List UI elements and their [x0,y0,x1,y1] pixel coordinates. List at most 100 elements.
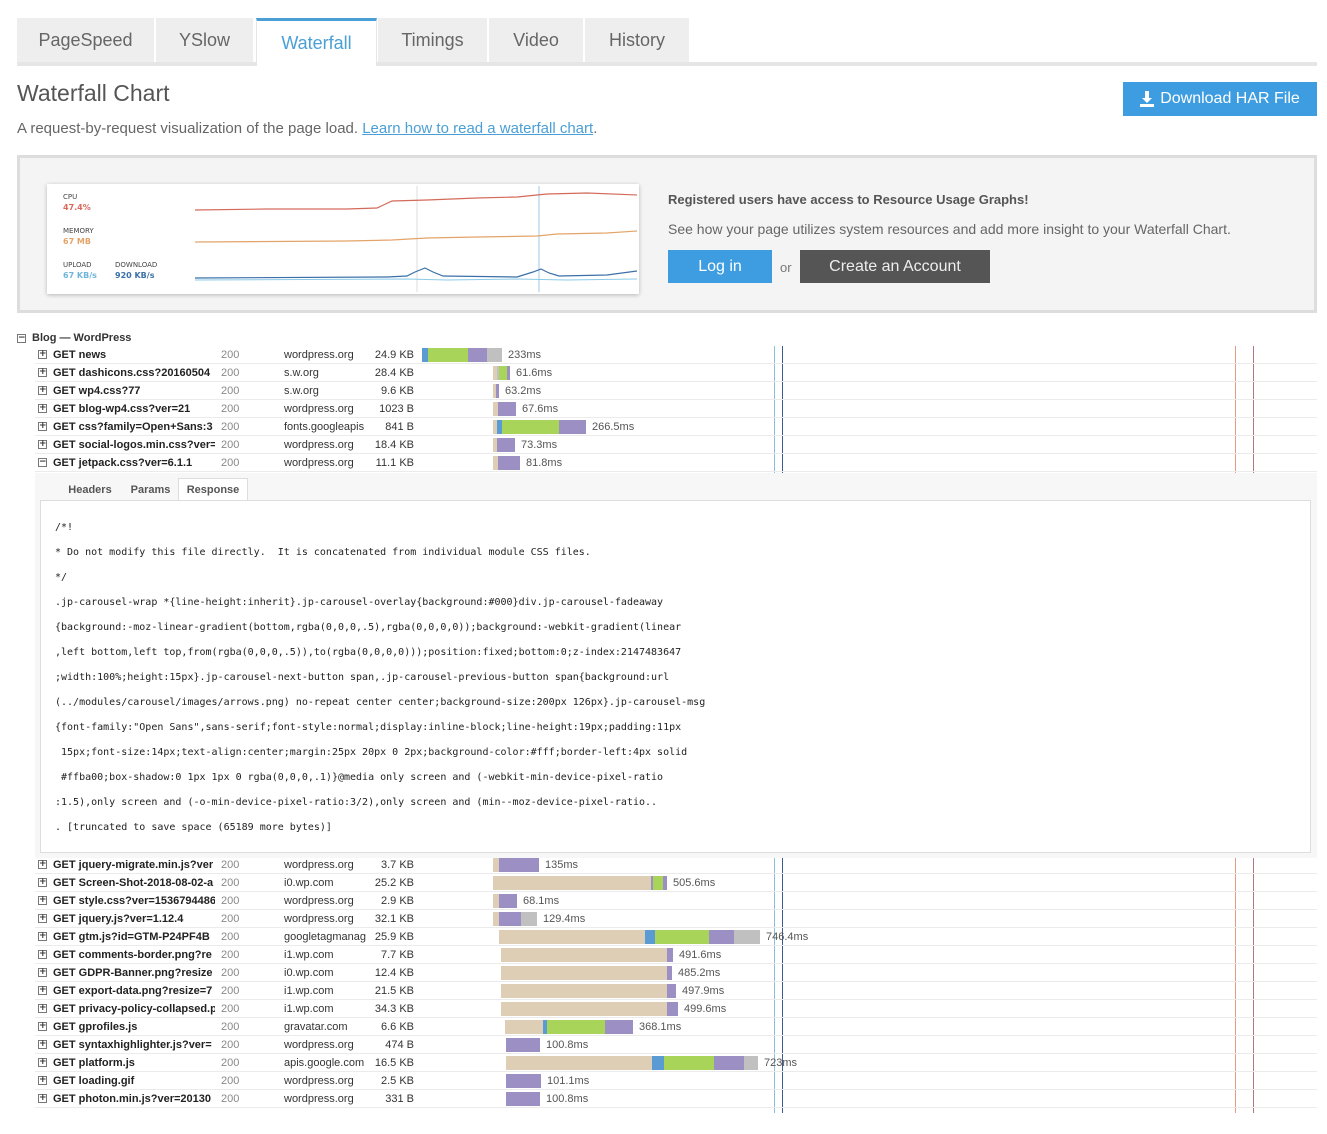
request-size: 474 B [385,1039,414,1051]
request-name: GET dashicons.css?20160504 [53,367,211,379]
request-row[interactable]: + GET syntaxhighlighter.js?ver= 200 wordpre… [35,1036,1317,1054]
group-header[interactable]: − Blog — WordPress [17,330,131,346]
download-icon [1140,91,1155,107]
request-size: 6.6 KB [380,1021,414,1033]
login-button[interactable]: Log in [668,250,772,283]
download-har-button[interactable]: Download HAR File [1123,82,1317,116]
timing-segment-connect [652,1056,664,1070]
request-row[interactable]: + GET blog-wp4.css?ver=21 200 wordpress.org… [35,400,1317,418]
tab-video[interactable]: Video [489,18,584,62]
response-line: (../modules/carousel/images/arrows.png) … [55,697,706,708]
request-row[interactable]: + GET loading.gif 200 wordpress.org 2.5 KB 10… [35,1072,1317,1090]
request-status: 200 [221,931,240,943]
timing-segment-receive [605,1020,633,1034]
request-status: 200 [221,949,240,961]
expand-icon[interactable]: + [38,1004,47,1013]
request-row[interactable]: + GET dashicons.css?20160504 200 s.w.org 28.… [35,364,1317,382]
request-time: 135ms [545,859,579,871]
timing-segment-receive [709,930,734,944]
expand-icon[interactable]: + [38,1022,47,1031]
learn-waterfall-link[interactable]: Learn how to read a waterfall chart [362,120,593,137]
request-row[interactable]: + GET wp4.css?77 200 s.w.org 9.6 KB 63.2ms [35,382,1317,400]
request-row[interactable]: + GET gtm.js?id=GTM-P24PF4B 200 googletagma… [35,928,1317,946]
expand-icon[interactable]: + [38,350,47,359]
timing-bar [501,1002,678,1016]
request-row[interactable]: + GET comments-border.png?re 200 i1.wp.com 7… [35,946,1317,964]
timing-segment-blocking [506,1056,652,1070]
request-size: 12.4 KB [374,967,414,979]
request-domain: s.w.org [284,367,319,379]
expand-icon[interactable]: + [38,1094,47,1103]
expand-icon[interactable]: + [38,950,47,959]
request-row[interactable]: + GET gprofiles.js 200 gravatar.com 6.6 KB 36… [35,1018,1317,1036]
expand-icon[interactable]: + [38,896,47,905]
expand-icon[interactable]: + [38,1058,47,1067]
expand-icon[interactable]: + [38,440,47,449]
request-size: 28.4 KB [374,367,414,379]
request-domain: fonts.googleapis [284,421,365,433]
request-name: GET comments-border.png?re [53,949,212,961]
detail-tab-params[interactable]: Params [123,478,178,501]
expand-icon[interactable]: + [38,368,47,377]
request-time: 68.1ms [523,895,560,907]
expand-icon[interactable]: + [38,1040,47,1049]
tab-history[interactable]: History [585,18,690,62]
collapse-icon[interactable]: − [17,333,26,343]
report-tabs: PageSpeed YSlow Waterfall Timings Video … [17,18,1317,66]
request-time: 499.6ms [684,1003,727,1015]
tab-yslow[interactable]: YSlow [156,18,254,62]
tab-pagespeed[interactable]: PageSpeed [17,18,155,62]
expand-icon[interactable]: + [38,1076,47,1085]
timing-segment-blocking [501,966,667,980]
expand-icon[interactable]: + [38,986,47,995]
request-size: 18.4 KB [374,439,414,451]
collapse-icon[interactable]: − [38,458,47,467]
expand-icon[interactable]: + [38,860,47,869]
request-row[interactable]: + GET jquery.js?ver=1.12.4 200 wordpress.or… [35,910,1317,928]
tab-waterfall[interactable]: Waterfall [256,18,377,66]
request-row[interactable]: + GET style.css?ver=1536794486 200 wordpres… [35,892,1317,910]
request-domain: wordpress.org [284,457,354,469]
request-name: GET jquery.js?ver=1.12.4 [53,913,184,925]
request-domain: wordpress.org [284,895,354,907]
timing-segment-wait [499,366,507,380]
expand-icon[interactable]: + [38,914,47,923]
request-size: 11.1 KB [375,457,414,469]
request-domain: i1.wp.com [284,949,334,961]
request-domain: wordpress.org [284,859,354,871]
request-time: 497.9ms [682,985,725,997]
request-row[interactable]: + GET privacy-policy-collapsed.p 200 i1.wp.… [35,1000,1317,1018]
expand-icon[interactable]: + [38,878,47,887]
timing-segment-receive [507,366,510,380]
expand-icon[interactable]: + [38,386,47,395]
request-row[interactable]: + GET news 200 wordpress.org 24.9 KB 233ms [35,346,1317,364]
tab-timings[interactable]: Timings [378,18,488,62]
request-row[interactable]: + GET social-logos.min.css?ver= 200 wordpre… [35,436,1317,454]
create-account-button[interactable]: Create an Account [800,250,990,283]
request-name: GET jquery-migrate.min.js?ver [53,859,214,871]
request-row[interactable]: + GET export-data.png?resize=7 200 i1.wp.co… [35,982,1317,1000]
request-row[interactable]: − GET jetpack.css?ver=6.1.1 200 wordpress.o… [35,454,1317,472]
timing-segment-wait [655,930,709,944]
request-row[interactable]: + GET Screen-Shot-2018-08-02-a 200 i0.wp.co… [35,874,1317,892]
request-name: GET GDPR-Banner.png?resize [53,967,213,979]
request-size: 2.9 KB [380,895,414,907]
timing-bar [506,1038,540,1052]
request-status: 200 [221,421,240,433]
resource-usage-preview: CPU 47.4% MEMORY 67 MB UPLOAD 67 KB/s DO… [47,184,639,294]
request-size: 24.9 KB [374,349,414,361]
expand-icon[interactable]: + [38,404,47,413]
detail-tab-response[interactable]: Response [178,478,248,501]
request-row[interactable]: + GET photon.min.js?ver=20130 200 wordpress… [35,1090,1317,1108]
expand-icon[interactable]: + [38,968,47,977]
expand-icon[interactable]: + [38,422,47,431]
request-domain: s.w.org [284,385,319,397]
timing-segment-blocking [493,876,651,890]
detail-tab-headers[interactable]: Headers [57,478,123,501]
response-line: ;width:100%;height:15px}.jp-carousel-nex… [55,672,670,683]
expand-icon[interactable]: + [38,932,47,941]
request-row[interactable]: + GET css?family=Open+Sans:3 200 fonts.goog… [35,418,1317,436]
request-row[interactable]: + GET GDPR-Banner.png?resize 200 i0.wp.com 1… [35,964,1317,982]
request-row[interactable]: + GET platform.js 200 apis.google.com 16.5 K… [35,1054,1317,1072]
request-row[interactable]: + GET jquery-migrate.min.js?ver 200 wordpre… [35,856,1317,874]
